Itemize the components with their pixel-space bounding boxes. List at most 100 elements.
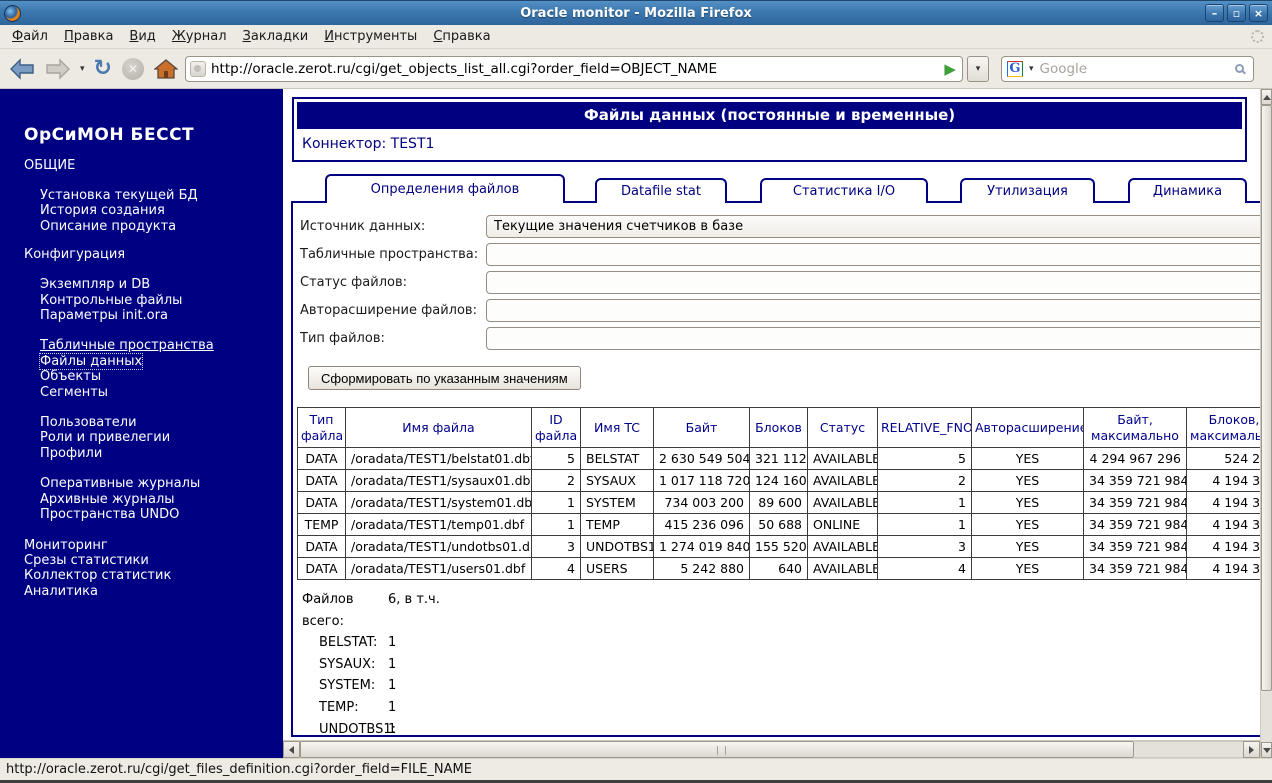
- reload-button[interactable]: ↻: [91, 54, 115, 84]
- scroll-right-button[interactable]: [1243, 741, 1260, 758]
- vertical-scroll-thumb[interactable]: [1261, 105, 1272, 691]
- form-label: Табличные пространства:: [300, 246, 479, 262]
- generate-button[interactable]: Сформировать по указанным значениям: [308, 366, 581, 390]
- scroll-up-button[interactable]: [1261, 89, 1272, 105]
- table-cell: AVAILABLE: [807, 469, 878, 492]
- table-cell: 155 520: [749, 535, 808, 558]
- back-button[interactable]: [6, 54, 38, 84]
- sidebar-item-описание-продукта[interactable]: Описание продукта: [0, 219, 283, 234]
- table-cell: /oradata/TEST1/users01.dbf: [345, 557, 532, 580]
- sidebar-item-аналитика[interactable]: Аналитика: [0, 584, 283, 599]
- horizontal-scrollbar[interactable]: [283, 740, 1260, 758]
- menu-item[interactable]: Вид: [121, 26, 163, 47]
- close-button[interactable]: ×: [1249, 4, 1268, 22]
- table-cell: 4 294 967 296: [1083, 447, 1187, 470]
- tab-динамика[interactable]: Динамика: [1128, 178, 1247, 203]
- column-header: Блоков, максимально: [1186, 407, 1260, 448]
- sidebar-item-сегменты[interactable]: Сегменты: [0, 385, 283, 400]
- sidebar-item-мониторинг[interactable]: Мониторинг: [0, 538, 283, 553]
- form-select-табличные-пространства-[interactable]: [486, 242, 1260, 266]
- table-cell: 34 359 721 984: [1083, 513, 1187, 536]
- table-cell: YES: [971, 447, 1084, 470]
- table-cell: ONLINE: [807, 513, 878, 536]
- sidebar-item-контрольные-файлы[interactable]: Контрольные файлы: [0, 293, 283, 308]
- menu-item[interactable]: Справка: [425, 26, 498, 47]
- summary-item-count: 1: [388, 635, 397, 651]
- tab-статистика-i/o[interactable]: Статистика I/O: [760, 178, 928, 203]
- url-bar[interactable]: http://oracle.zerot.ru/cgi/get_objects_l…: [184, 55, 963, 82]
- vertical-scrollbar[interactable]: [1260, 89, 1272, 758]
- sidebar-item-коллектор-статистик[interactable]: Коллектор статистик: [0, 568, 283, 583]
- tab-определения-файлов[interactable]: Определения файлов: [325, 174, 565, 205]
- summary-item-count: 1: [388, 721, 397, 737]
- scroll-down-button[interactable]: [1261, 742, 1272, 758]
- sidebar-item-роли-и-привелегии[interactable]: Роли и привелегии: [0, 430, 283, 445]
- column-header: Имя файла: [345, 407, 532, 448]
- page-header-box: Файлы данных (постоянные и временные) Ко…: [292, 97, 1247, 162]
- sidebar-item-срезы-статистики[interactable]: Срезы статистики: [0, 553, 283, 568]
- maximize-button[interactable]: ▫: [1227, 4, 1246, 22]
- sidebar-item-архивные-журналы[interactable]: Архивные журналы: [0, 492, 283, 507]
- search-input[interactable]: Google: [1040, 61, 1231, 77]
- form-select-авторасширение-файлов-[interactable]: [486, 298, 1260, 322]
- column-header: Статус: [807, 407, 878, 448]
- vertical-scroll-track[interactable]: [1261, 691, 1272, 742]
- scroll-left-button[interactable]: [283, 741, 300, 758]
- table-cell: 2: [531, 469, 581, 492]
- go-button[interactable]: ▶: [944, 60, 958, 78]
- table-cell: /oradata/TEST1/temp01.dbf: [345, 513, 532, 536]
- menu-item[interactable]: Закладки: [235, 26, 317, 47]
- summary-block: Файлов всего: 6, в т.ч. BELSTAT: 1 SYSAUX:…: [293, 589, 1260, 740]
- table-cell: 734 003 200: [653, 491, 750, 514]
- window-title: Oracle monitor - Mozilla Firefox: [520, 5, 752, 21]
- menu-item[interactable]: Журнал: [164, 26, 235, 47]
- menu-item[interactable]: Инструменты: [316, 26, 425, 47]
- column-header: Байт: [653, 407, 750, 448]
- form-select-источник-данных-[interactable]: Текущие значения счетчиков в базе: [486, 214, 1260, 238]
- sidebar-item-профили[interactable]: Профили: [0, 446, 283, 461]
- search-bar[interactable]: G ▾ Google: [1000, 55, 1254, 82]
- horizontal-scroll-track[interactable]: [1134, 741, 1243, 758]
- table-cell: 524 288: [1186, 447, 1260, 470]
- page-favicon-icon: [189, 60, 206, 77]
- url-history-dropdown[interactable]: ▾: [966, 55, 989, 82]
- sidebar-item-объекты[interactable]: Объекты: [0, 369, 283, 384]
- sidebar-section-header: ОБЩИЕ: [24, 158, 76, 173]
- sidebar-section-header: Конфигурация: [24, 247, 126, 263]
- page-title: Файлы данных (постоянные и временные): [297, 102, 1242, 129]
- forward-button[interactable]: [42, 54, 74, 84]
- horizontal-scroll-thumb[interactable]: [300, 741, 1134, 758]
- form-select-тип-файлов-[interactable]: [486, 326, 1260, 350]
- menu-item[interactable]: Файл: [4, 26, 56, 47]
- sidebar-item-установка-текущей-бд[interactable]: Установка текущей БД: [0, 188, 283, 203]
- column-header: ID файла: [531, 407, 581, 448]
- table-cell: DATA: [297, 557, 346, 580]
- sidebar-item-параметры-init.ora[interactable]: Параметры init.ora: [0, 308, 283, 323]
- form-select-статус-файлов-[interactable]: [486, 270, 1260, 294]
- menu-item[interactable]: Правка: [56, 26, 121, 47]
- sidebar-item-оперативные-журналы[interactable]: Оперативные журналы: [0, 476, 283, 491]
- tab-datafile-stat[interactable]: Datafile stat: [595, 178, 727, 203]
- table-row: DATA/oradata/TEST1/belstat01.dbf 5 BELSTAT…: [297, 447, 1260, 470]
- sidebar-item-пространства-undo[interactable]: Пространства UNDO: [0, 507, 283, 522]
- table-row: DATA/oradata/TEST1/undotbs01.dbf 3 UNDOTBS…: [297, 535, 1260, 558]
- sidebar-item-файлы-данных[interactable]: Файлы данных: [0, 352, 283, 370]
- sidebar-item-табличные-пространства[interactable]: Табличные пространства: [0, 338, 283, 353]
- search-engine-dropdown[interactable]: ▾: [1027, 64, 1036, 74]
- sidebar-item-экземпляр-и-db[interactable]: Экземпляр и DB: [0, 277, 283, 292]
- connector-label: Коннектор: TEST1: [302, 136, 435, 152]
- sidebar-item-история-создания[interactable]: История создания: [0, 203, 283, 218]
- url-input[interactable]: http://oracle.zerot.ru/cgi/get_objects_l…: [211, 61, 939, 77]
- minimize-button[interactable]: –: [1205, 4, 1224, 22]
- stop-button[interactable]: ✕: [119, 54, 147, 84]
- sidebar-item-пользователи[interactable]: Пользователи: [0, 415, 283, 430]
- table-cell: 4: [877, 557, 972, 580]
- table-cell: 4 194 304: [1186, 513, 1260, 536]
- table-cell: DATA: [297, 491, 346, 514]
- tab-утилизация[interactable]: Утилизация: [960, 178, 1095, 203]
- google-logo-icon: G: [1006, 60, 1023, 77]
- home-button[interactable]: [151, 54, 181, 84]
- forward-dropdown-caret[interactable]: ▾: [78, 54, 87, 84]
- search-icon[interactable]: [1234, 64, 1244, 73]
- status-link-text: http://oracle.zerot.ru/cgi/get_files_def…: [6, 762, 472, 777]
